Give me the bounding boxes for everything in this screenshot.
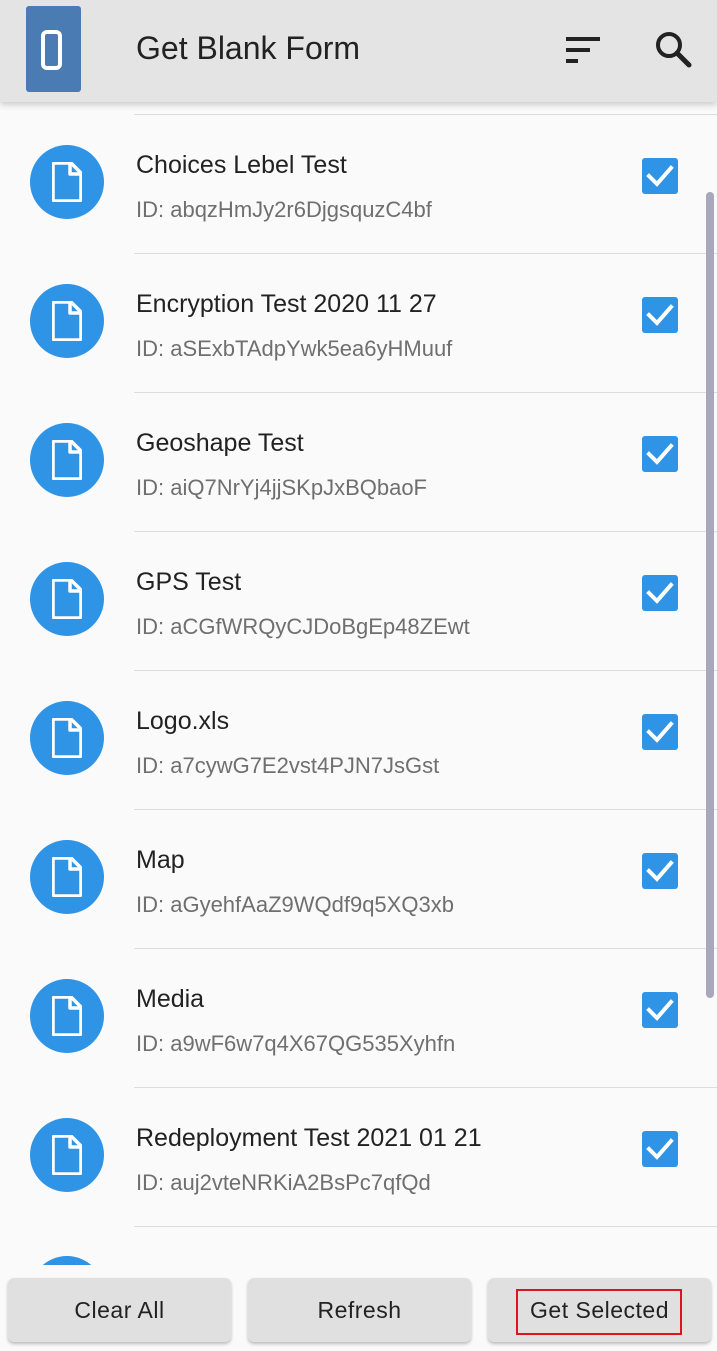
form-document-icon — [30, 1118, 104, 1192]
checkmark-icon — [646, 860, 674, 882]
form-list-item[interactable]: Redeployment Test 2021 01 21 ID: auj2vteN… — [0, 1088, 717, 1227]
app-bar: Get Blank Form — [0, 0, 717, 102]
checkmark-icon — [646, 1138, 674, 1160]
sort-icon — [566, 37, 600, 63]
form-list-item[interactable]: Map ID: aGyehfAaZ9WQdf9q5XQ3xb — [0, 810, 717, 949]
checkmark-icon — [646, 582, 674, 604]
form-id: ID: aiQ7NrYj4jjSKpJxBQbaoF — [136, 475, 427, 500]
form-checkbox[interactable] — [642, 436, 678, 472]
form-id: ID: aSExbTAdpYwk5ea6yHMuuf — [136, 336, 453, 361]
search-button[interactable] — [652, 28, 696, 72]
form-checkbox[interactable] — [642, 714, 678, 750]
form-id: ID: a9wF6w7q4X67QG535Xyhfn — [136, 1031, 456, 1056]
form-document-icon — [30, 562, 104, 636]
form-title: Encryption Test 2020 11 27 — [136, 290, 437, 318]
checkmark-icon — [646, 999, 674, 1021]
sort-button[interactable] — [560, 30, 606, 70]
form-document-icon — [30, 1256, 104, 1265]
form-checkbox[interactable] — [642, 853, 678, 889]
form-title: GPS Test — [136, 568, 242, 596]
form-title: Map — [136, 846, 185, 874]
form-list-item[interactable]: GPS Test ID: aCGfWRQyCJDoBgEp48ZEwt — [0, 532, 717, 671]
odk-collect-logo-icon — [26, 6, 81, 92]
form-id: ID: auj2vteNRKiA2BsPc7qfQd — [136, 1170, 431, 1195]
clear-all-button[interactable]: Clear All — [8, 1278, 231, 1342]
form-document-icon — [30, 840, 104, 914]
form-list-item[interactable]: Media ID: a9wF6w7q4X67QG535Xyhfn — [0, 949, 717, 1088]
form-document-icon — [30, 979, 104, 1053]
divider — [134, 1226, 717, 1227]
bottom-action-bar: Clear All Refresh Get Selected — [0, 1265, 717, 1351]
checkmark-icon — [646, 165, 674, 187]
form-list-item[interactable]: Logo.xls ID: a7cywG7E2vst4PJN7JsGst — [0, 671, 717, 810]
form-checkbox[interactable] — [642, 297, 678, 333]
form-document-icon — [30, 284, 104, 358]
checkmark-icon — [646, 304, 674, 326]
form-title: Choices Lebel Test — [136, 151, 347, 179]
form-list-item[interactable]: Geoshape Test ID: aiQ7NrYj4jjSKpJxBQbaoF — [0, 393, 717, 532]
checkmark-icon — [646, 443, 674, 465]
search-icon — [656, 32, 692, 68]
form-list[interactable]: Choices Lebel Test ID: abqzHmJy2r6Djgsquz… — [0, 102, 717, 1265]
form-title: Media — [136, 985, 205, 1013]
form-id: ID: a7cywG7E2vst4PJN7JsGst — [136, 753, 440, 778]
form-id: ID: aGyehfAaZ9WQdf9q5XQ3xb — [136, 892, 454, 917]
form-title: Logo.xls — [136, 707, 230, 735]
form-checkbox[interactable] — [642, 575, 678, 611]
scrollbar[interactable] — [706, 192, 714, 998]
form-id: ID: aCGfWRQyCJDoBgEp48ZEwt — [136, 614, 470, 639]
form-document-icon — [30, 423, 104, 497]
form-id: ID: abqzHmJy2r6DjgsquzC4bf — [136, 197, 432, 222]
form-checkbox[interactable] — [642, 992, 678, 1028]
form-title: Geoshape Test — [136, 429, 304, 457]
form-list-item[interactable]: Encryption Test 2020 11 27 ID: aSExbTAdpY… — [0, 254, 717, 393]
checkmark-icon — [646, 721, 674, 743]
refresh-button[interactable]: Refresh — [248, 1278, 471, 1342]
form-title: Redeployment Test 2021 01 21 — [136, 1124, 482, 1152]
form-document-icon — [30, 145, 104, 219]
form-checkbox[interactable] — [642, 158, 678, 194]
form-document-icon — [30, 701, 104, 775]
form-list-item[interactable]: Choices Lebel Test ID: abqzHmJy2r6Djgsquz… — [0, 115, 717, 254]
page-title: Get Blank Form — [136, 30, 361, 66]
get-selected-button[interactable]: Get Selected — [488, 1278, 711, 1342]
form-checkbox[interactable] — [642, 1131, 678, 1167]
